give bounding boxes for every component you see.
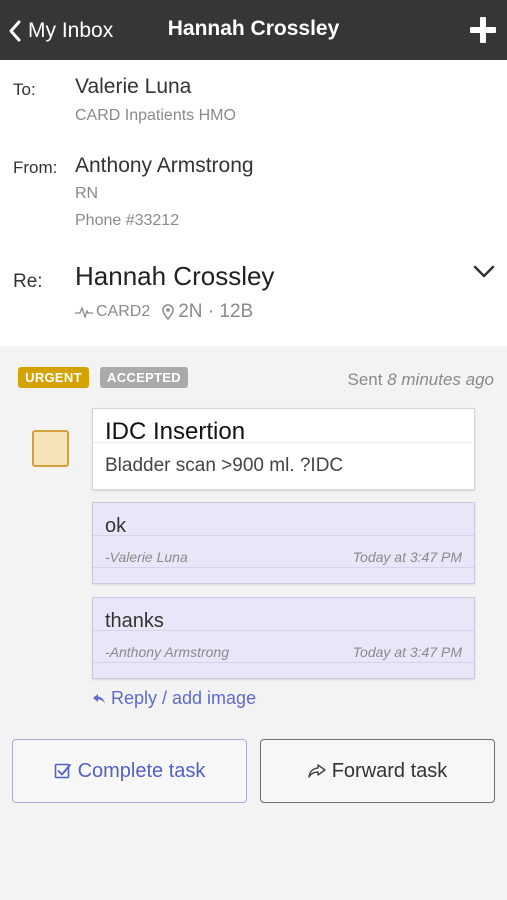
from-role: RN — [75, 185, 99, 202]
task-title: IDC Insertion — [105, 418, 246, 445]
accepted-badge: ACCEPTED — [100, 367, 188, 388]
back-button[interactable]: My Inbox — [8, 16, 113, 46]
to-name: Valerie Luna — [75, 75, 192, 98]
urgent-badge: URGENT — [18, 367, 89, 388]
to-label: To: — [13, 80, 36, 99]
message-card: ok -Valerie Luna Today at 3:47 PM — [92, 502, 475, 584]
sent-prefix: Sent — [347, 370, 383, 389]
plus-icon[interactable] — [469, 16, 497, 44]
chevron-down-icon[interactable] — [473, 265, 495, 279]
message-author: -Anthony Armstrong — [105, 644, 229, 660]
sent-time: Sent 8 minutes ago — [347, 370, 494, 390]
message-card: thanks -Anthony Armstrong Today at 3:47 … — [92, 597, 475, 679]
message-text: thanks — [105, 610, 164, 632]
from-label: From: — [13, 158, 58, 177]
bed-location: 2N · 12B — [178, 301, 254, 322]
nav-bar: My Inbox Hannah Crossley — [0, 0, 507, 60]
complete-task-button[interactable]: Complete task — [12, 739, 247, 803]
patient-name: Hannah Crossley — [75, 261, 275, 291]
task-card: IDC Insertion Bladder scan >900 ml. ?IDC — [92, 408, 475, 490]
re-label: Re: — [13, 271, 43, 292]
forward-arrow-icon — [308, 764, 326, 778]
chevron-left-icon — [9, 20, 21, 42]
from-phone: Phone #33212 — [75, 212, 180, 229]
from-name: Anthony Armstrong — [75, 154, 254, 177]
task-checkbox[interactable] — [32, 430, 69, 467]
reply-arrow-icon — [93, 693, 105, 704]
reply-link[interactable]: Reply / add image — [92, 688, 256, 709]
divider — [93, 662, 474, 663]
ward-code: CARD2 — [96, 303, 151, 320]
patient-meta: CARD2 2N · 12B — [75, 301, 253, 323]
message-time: Today at 3:47 PM — [352, 549, 462, 565]
checkbox-icon — [54, 763, 71, 779]
message-time: Today at 3:47 PM — [352, 644, 462, 660]
back-button-label: My Inbox — [28, 19, 114, 42]
message-header: To: Valerie Luna CARD Inpatients HMO Fro… — [0, 60, 507, 346]
to-team: CARD Inpatients HMO — [75, 107, 236, 124]
forward-task-label: Forward task — [331, 759, 448, 782]
message-text: ok — [105, 515, 127, 537]
heartbeat-icon — [75, 306, 93, 318]
reply-label: Reply / add image — [111, 688, 257, 708]
sent-ago: 8 minutes ago — [387, 370, 494, 389]
divider — [93, 567, 474, 568]
forward-task-button[interactable]: Forward task — [260, 739, 495, 803]
complete-task-label: Complete task — [77, 759, 206, 782]
divider — [93, 535, 474, 536]
message-author: -Valerie Luna — [105, 549, 188, 565]
map-pin-icon — [162, 304, 174, 320]
task-body: Bladder scan >900 ml. ?IDC — [105, 455, 344, 476]
